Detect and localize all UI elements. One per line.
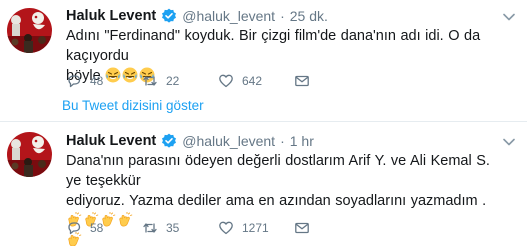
reply-count: 58 (90, 221, 104, 235)
heart-icon (219, 74, 233, 88)
separator-dot: · (280, 133, 285, 149)
like-button[interactable]: 1271 (218, 220, 294, 236)
retweet-button[interactable]: 35 (142, 220, 218, 236)
reply-icon (68, 222, 81, 235)
timestamp[interactable]: 1 hr (290, 132, 314, 150)
tweet[interactable]: Haluk Levent @haluk_levent · 25 dk. Adın… (0, 0, 527, 97)
direct-message-button[interactable] (294, 220, 318, 236)
retweet-button[interactable]: 22 (142, 73, 218, 89)
retweet-icon (143, 76, 157, 86)
retweet-count: 35 (166, 221, 180, 235)
tweet-text-line: Dana'nın parasını ödeyen değerli dostlar… (66, 153, 490, 189)
like-count: 642 (242, 74, 263, 88)
verified-badge-icon (161, 8, 177, 24)
display-name[interactable]: Haluk Levent (66, 7, 156, 25)
username-handle[interactable]: @haluk_levent (182, 132, 275, 150)
reply-button[interactable]: 58 (66, 220, 142, 236)
timestamp[interactable]: 25 dk. (290, 7, 328, 25)
reply-button[interactable]: 48 (66, 73, 142, 89)
retweet-icon (143, 223, 157, 233)
tweet-header: Haluk Levent @haluk_levent · 1 hr (66, 132, 314, 150)
chevron-down-icon[interactable] (502, 9, 516, 21)
mail-icon (295, 75, 309, 87)
retweet-count: 22 (166, 74, 180, 88)
like-count: 1271 (242, 221, 269, 235)
tweet-actions: 48 22 642 (66, 73, 318, 89)
show-thread-link[interactable]: Bu Tweet dizisini göster (62, 98, 204, 113)
heart-icon (219, 221, 233, 235)
tweet-actions: 58 35 1271 (66, 220, 318, 236)
thread-link-row: Bu Tweet dizisini göster (0, 97, 527, 122)
avatar[interactable] (7, 8, 52, 53)
display-name[interactable]: Haluk Levent (66, 132, 156, 150)
reply-icon (68, 75, 81, 88)
tweet-text-line: Adını "Ferdinand" koyduk. Bir çizgi film… (66, 28, 481, 64)
separator-dot: · (280, 8, 285, 24)
reply-count: 48 (90, 74, 104, 88)
avatar[interactable] (7, 132, 52, 177)
direct-message-button[interactable] (294, 73, 318, 89)
tweet-header: Haluk Levent @haluk_levent · 25 dk. (66, 7, 328, 25)
mail-icon (295, 222, 309, 234)
username-handle[interactable]: @haluk_levent (182, 7, 275, 25)
tweet[interactable]: Haluk Levent @haluk_levent · 1 hr Dana'n… (0, 123, 527, 246)
like-button[interactable]: 642 (218, 73, 294, 89)
tweet-text-line: ediyoruz. Yazma dediler ama en azından s… (66, 193, 487, 209)
chevron-down-icon[interactable] (502, 134, 516, 146)
verified-badge-icon (161, 133, 177, 149)
